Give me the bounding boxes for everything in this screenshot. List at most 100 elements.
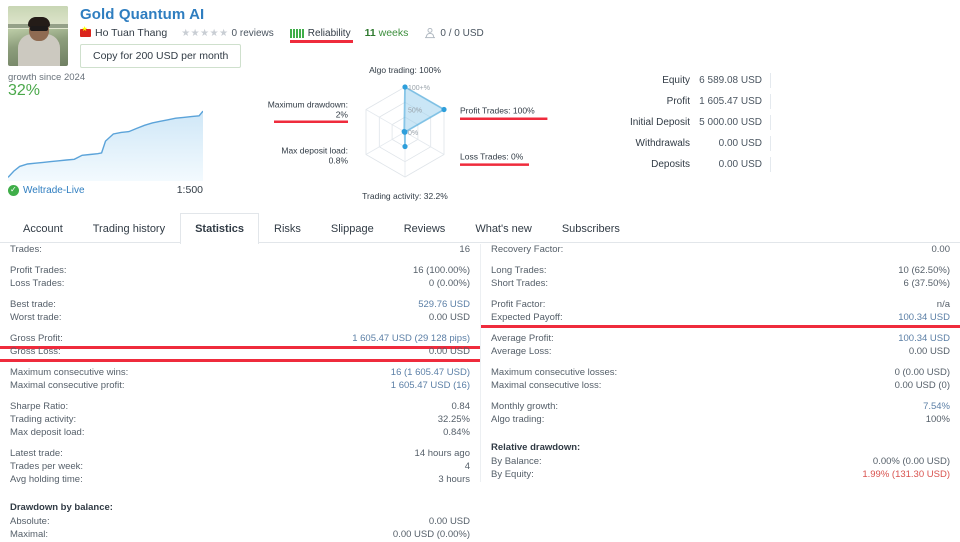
stat-value: 1 605.47 USD (16)	[390, 380, 470, 391]
stat-label: Profit Factor:	[491, 299, 546, 310]
stat-label: Recovery Factor:	[491, 244, 564, 255]
stat-label: Short Trades:	[491, 278, 549, 289]
row-spacer	[481, 257, 960, 265]
stat-label: Sharpe Ratio:	[10, 401, 69, 412]
stat-value: 0.84	[451, 401, 471, 412]
avatar-sunglasses	[30, 26, 48, 31]
subscribers-value: 0 / 0 USD	[440, 27, 484, 39]
radar-data-point[interactable]	[402, 143, 408, 150]
stat-label: Maximum consecutive losses:	[491, 367, 618, 378]
author-name[interactable]: Ho Tuan Thang	[95, 27, 167, 39]
bar-value: 0.00 USD	[718, 159, 762, 170]
tab-risks[interactable]: Risks	[259, 213, 316, 243]
tab-what-s-new[interactable]: What's new	[460, 213, 547, 243]
statistics-panel: Trades: 16 Profit Trades: 16 (100.00%) Loss …	[0, 244, 960, 540]
bar-label: Initial Deposit	[629, 117, 690, 128]
tab-slippage[interactable]: Slippage	[316, 213, 389, 243]
stat-row: Trading activity: 32.25%	[0, 414, 480, 427]
stat-value: 0.84%	[443, 427, 470, 438]
stat-value: 4	[464, 461, 470, 472]
row-spacer	[481, 291, 960, 299]
stat-value: 0 (0.00%)	[428, 278, 470, 289]
page-title[interactable]: Gold Quantum AI	[80, 6, 204, 23]
tab-reviews[interactable]: Reviews	[389, 213, 461, 243]
row-spacer	[0, 487, 480, 502]
stat-value: 0.00 USD	[908, 346, 950, 357]
stat-value: 10 (62.50%)	[898, 265, 950, 276]
stat-row: Max deposit load: 0.84%	[0, 427, 480, 440]
radar-category-label: Max deposit load:	[281, 145, 348, 155]
stat-row: Maximum consecutive losses: 0 (0.00 USD)	[481, 367, 960, 380]
reliability-red-underline	[289, 40, 353, 43]
stat-value: 0 (0.00 USD)	[894, 367, 950, 378]
radar-data-point[interactable]	[402, 84, 408, 90]
row-spacer	[481, 359, 960, 367]
stat-row: Maximal consecutive loss: 0.00 USD (0)	[481, 380, 960, 393]
radar-tick-label: 50%	[408, 108, 422, 115]
stat-row: Long Trades: 10 (62.50%)	[481, 265, 960, 278]
stat-row: Recovery Factor: 0.00	[481, 244, 960, 257]
stat-row: Trades: 16	[0, 244, 480, 257]
stat-label: Average Profit:	[491, 333, 554, 344]
stat-value: 0.00% (0.00 USD)	[872, 456, 950, 467]
stat-row: Monthly growth: 7.54%	[481, 401, 960, 414]
copy-button[interactable]: Copy for 200 USD per month	[80, 44, 242, 68]
bar-label: Deposits	[651, 159, 690, 170]
radar-data-point[interactable]	[441, 106, 447, 113]
bar-label: Profit	[666, 96, 690, 107]
stat-row: Profit Factor: n/a	[481, 299, 960, 312]
account-age-number: 11	[364, 27, 376, 39]
stat-row: Avg holding time: 3 hours	[0, 474, 480, 487]
bar-value: 0.00 USD	[718, 138, 762, 149]
growth-line-chart[interactable]	[8, 96, 203, 181]
stat-value: 1 605.47 USD (29 128 pips)	[352, 333, 470, 344]
stat-value: 0.00 USD	[428, 516, 470, 527]
radar-tick-label: 100+%	[408, 85, 430, 92]
radar-label-red-underline	[460, 163, 529, 166]
stat-label: Worst trade:	[10, 312, 62, 323]
bar-row: Profit 1 605.47 USD	[620, 91, 950, 112]
growth-footer: Weltrade-Live 1:500	[8, 184, 203, 196]
row-spacer	[0, 393, 480, 401]
stat-value: 0.00 USD	[428, 312, 470, 323]
radar-data-point[interactable]	[401, 128, 407, 135]
rating-stars-icon: ★★★★★	[181, 27, 229, 39]
stat-label: Maximum consecutive wins:	[10, 367, 129, 378]
account-age: 11 weeks	[365, 27, 409, 39]
account-age-label: weeks	[378, 27, 409, 39]
stat-row: Average Loss: 0.00 USD	[481, 346, 960, 359]
bar-track	[770, 136, 950, 151]
stat-label: Average Loss:	[491, 346, 552, 357]
bar-track	[770, 73, 950, 88]
tab-trading-history[interactable]: Trading history	[78, 213, 180, 243]
radar-category-label: Trading activity: 32.2%	[362, 191, 448, 201]
reliability-badge[interactable]: Reliability	[289, 28, 353, 43]
section-heading: Drawdown by balance:	[10, 502, 113, 513]
stat-label: Trades:	[10, 244, 42, 255]
stat-row: Gross Loss: 0.00 USD	[0, 346, 480, 362]
reliability-bars-icon	[289, 28, 304, 38]
stat-row: Short Trades: 6 (37.50%)	[481, 278, 960, 291]
bar-track	[770, 157, 950, 172]
radar-category-label: Algo trading: 100%	[369, 65, 441, 75]
broker-badge[interactable]: Weltrade-Live	[8, 184, 85, 196]
avatar[interactable]	[8, 6, 68, 66]
reviews-count[interactable]: 0 reviews	[232, 28, 274, 39]
metrics-radar-chart[interactable]: 100+% 50% 0% Algo trading: 100% Profit Trade…	[255, 62, 555, 202]
radar-tick-label: 0%	[408, 130, 418, 137]
stat-value: 16 (100.00%)	[412, 265, 470, 276]
growth-chart-block: growth since 2024 32% Weltrade-Live 1:50…	[8, 72, 203, 197]
stat-row: By Balance: 0.00% (0.00 USD)	[481, 456, 960, 469]
stat-value: n/a	[936, 299, 950, 310]
balance-bar-chart: Equity 6 589.08 USD Profit 1 605.47 USD …	[620, 70, 950, 175]
stat-value: 32.25%	[437, 414, 470, 425]
stat-label: Trades per week:	[10, 461, 84, 472]
stat-label: Absolute:	[10, 516, 50, 527]
row-spacer	[0, 325, 480, 333]
tab-account[interactable]: Account	[8, 213, 78, 243]
tab-subscribers[interactable]: Subscribers	[547, 213, 635, 243]
bar-label: Equity	[662, 75, 690, 86]
red-highlight-line	[0, 359, 480, 362]
tab-statistics[interactable]: Statistics	[180, 213, 260, 244]
stat-value: 0.00	[931, 244, 951, 255]
